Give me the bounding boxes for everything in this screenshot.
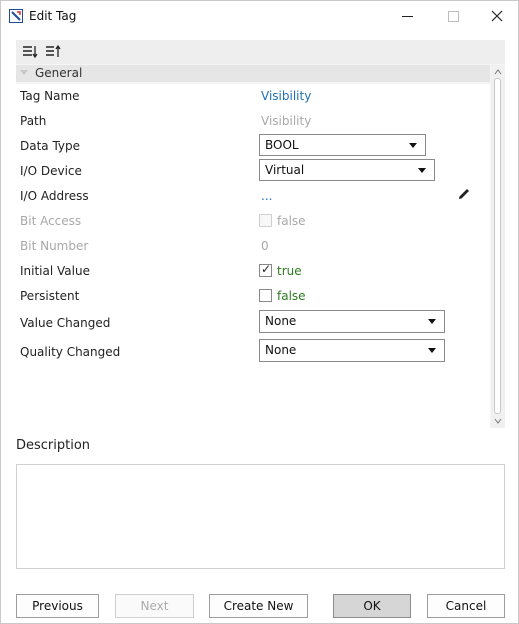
persistent-checkbox[interactable]	[259, 289, 272, 302]
io-address-value[interactable]: ...	[261, 189, 272, 203]
value-changed-select[interactable]: None	[259, 310, 445, 333]
next-button: Next	[115, 594, 194, 618]
vertical-scrollbar[interactable]	[491, 65, 505, 428]
minimize-icon	[401, 15, 413, 17]
cancel-button[interactable]: Cancel	[427, 594, 505, 618]
quality-changed-select[interactable]: None	[259, 339, 445, 362]
initial-value-checkbox[interactable]: ✓	[259, 262, 272, 277]
bit-access-label: Bit Access	[20, 214, 82, 228]
description-textarea[interactable]	[16, 464, 505, 569]
path-value: Visibility	[261, 114, 312, 128]
window-title: Edit Tag	[29, 9, 77, 23]
data-type-label: Data Type	[20, 139, 81, 153]
maximize-button	[430, 1, 476, 31]
sort-categorized-icon[interactable]	[20, 42, 40, 62]
bit-access-value: false	[277, 214, 306, 228]
initial-value-value: true	[277, 264, 302, 278]
persistent-label: Persistent	[20, 289, 80, 303]
value-changed-label: Value Changed	[20, 316, 111, 330]
persistent-value: false	[277, 289, 306, 303]
io-device-label: I/O Device	[20, 164, 82, 178]
close-icon	[491, 10, 503, 22]
category-label: General	[35, 66, 83, 80]
scroll-down-icon[interactable]	[493, 416, 503, 426]
io-device-select[interactable]: Virtual	[259, 159, 435, 181]
scroll-up-icon[interactable]	[493, 67, 503, 77]
sort-alphabetical-icon[interactable]	[43, 42, 63, 62]
collapse-arrow-icon[interactable]	[20, 70, 28, 75]
chevron-down-icon	[428, 319, 436, 324]
bit-access-checkbox	[259, 214, 272, 227]
title-bar: Edit Tag	[1, 1, 518, 31]
chevron-down-icon	[418, 168, 426, 173]
property-grid-toolbar	[16, 40, 505, 64]
io-address-label: I/O Address	[20, 189, 89, 203]
maximize-icon	[447, 10, 459, 22]
bit-number-value: 0	[261, 239, 269, 253]
chevron-down-icon	[409, 143, 417, 148]
tag-name-label: Tag Name	[20, 89, 80, 103]
data-type-select[interactable]: BOOL	[259, 134, 426, 156]
initial-value-label: Initial Value	[20, 264, 90, 278]
quality-changed-label: Quality Changed	[20, 345, 121, 359]
previous-button[interactable]: Previous	[16, 594, 99, 618]
edit-tag-dialog: Edit Tag General Tag Name Visibility Pat…	[0, 0, 519, 624]
chevron-down-icon	[428, 348, 436, 353]
property-grid: General Tag Name Visibility Path Visibil…	[16, 40, 505, 428]
close-button[interactable]	[474, 1, 519, 31]
value-changed-value: None	[265, 314, 297, 328]
category-general[interactable]: General	[16, 65, 490, 82]
scrollbar-thumb[interactable]	[494, 78, 501, 414]
quality-changed-value: None	[265, 343, 297, 357]
ok-button[interactable]: OK	[333, 594, 411, 618]
pencil-icon[interactable]	[456, 186, 472, 202]
description-label: Description	[16, 438, 91, 453]
app-icon	[9, 9, 23, 23]
path-label: Path	[20, 114, 47, 128]
create-new-button[interactable]: Create New	[209, 594, 308, 618]
checkmark-icon: ✓	[261, 262, 272, 276]
minimize-button[interactable]	[384, 1, 430, 31]
tag-name-value[interactable]: Visibility	[261, 89, 311, 103]
property-rows: Tag Name Visibility Path Visibility Data…	[16, 84, 490, 428]
data-type-value: BOOL	[265, 138, 299, 152]
io-device-value: Virtual	[265, 163, 305, 177]
bit-number-label: Bit Number	[20, 239, 89, 253]
